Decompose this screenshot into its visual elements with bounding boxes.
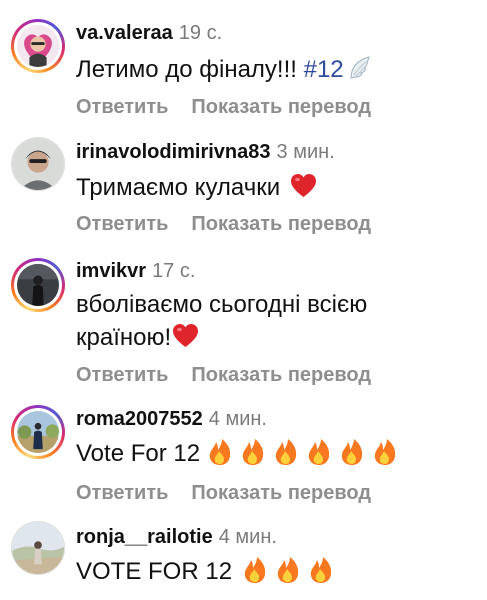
show-translation-button[interactable]: Показать перевод	[191, 482, 371, 504]
comment-body: Летимо до фіналу!!!	[76, 56, 297, 83]
show-translation-button[interactable]: Показать перевод	[191, 364, 371, 386]
username[interactable]: roma2007552	[76, 408, 203, 430]
comment-text-line: країною!	[76, 324, 172, 351]
comment-header: irinavolodimirivna83 3 мин.	[76, 140, 335, 164]
comment-actions: Ответить Показать перевод	[76, 481, 371, 505]
reply-button[interactable]: Ответить	[76, 96, 168, 118]
timestamp: 19 с.	[178, 22, 223, 44]
comment-text: Vote For 12	[76, 438, 398, 470]
avatar[interactable]	[11, 405, 65, 459]
reply-button[interactable]: Ответить	[76, 364, 168, 386]
comment-text: VOTE FOR 12	[76, 556, 334, 588]
wing-icon	[347, 54, 373, 82]
avatar-photo-icon	[12, 138, 64, 190]
fire-icon	[242, 556, 268, 584]
avatar-photo-icon	[12, 522, 64, 574]
comment-actions: Ответить Показать перевод	[76, 363, 371, 387]
avatar[interactable]	[11, 258, 65, 312]
timestamp: 4 мин.	[218, 526, 277, 548]
fire-icon	[372, 438, 398, 466]
comment-actions: Ответить Показать перевод	[76, 212, 371, 236]
hashtag-link[interactable]: #12	[304, 56, 344, 83]
timestamp: 3 мин.	[276, 141, 335, 163]
comment-text: Летимо до фіналу!!! #12	[76, 54, 373, 86]
fire-icon	[240, 438, 266, 466]
avatar[interactable]	[11, 19, 65, 73]
comment-body: VOTE FOR 12	[76, 558, 233, 585]
avatar-photo-icon	[17, 264, 59, 306]
comment-header: imvikvr 17 с.	[76, 259, 195, 283]
show-translation-button[interactable]: Показать перевод	[191, 96, 371, 118]
fire-icon	[339, 438, 365, 466]
fire-icon	[207, 438, 233, 466]
username[interactable]: imvikvr	[76, 260, 146, 282]
comment-body: Vote For 12	[76, 440, 201, 467]
comment-body: Тримаємо кулачки	[76, 174, 281, 201]
fire-icon	[306, 438, 332, 466]
comment-text: країною!	[76, 322, 199, 354]
red-heart-icon	[290, 173, 317, 199]
red-heart-icon	[172, 323, 199, 349]
avatar-photo-icon	[17, 411, 59, 453]
show-translation-button[interactable]: Показать перевод	[191, 213, 371, 235]
username[interactable]: irinavolodimirivna83	[76, 141, 271, 163]
comment-header: va.valeraa 19 с.	[76, 21, 222, 45]
timestamp: 4 мин.	[208, 408, 267, 430]
avatar-photo-icon	[17, 25, 59, 67]
avatar[interactable]	[11, 137, 65, 191]
fire-icon	[273, 438, 299, 466]
reply-button[interactable]: Ответить	[76, 482, 168, 504]
timestamp: 17 с.	[152, 260, 196, 282]
avatar[interactable]	[11, 521, 65, 575]
fire-icon	[308, 556, 334, 584]
comment-text: Тримаємо кулачки	[76, 172, 317, 204]
comment-header: ronja__railotie 4 мин.	[76, 525, 277, 549]
username[interactable]: ronja__railotie	[76, 526, 213, 548]
fire-icon	[275, 556, 301, 584]
comment-actions: Ответить Показать перевод	[76, 95, 371, 119]
comment-text-line: вболіваємо сьогодні всією	[76, 291, 368, 318]
reply-button[interactable]: Ответить	[76, 213, 168, 235]
comment-header: roma2007552 4 мин.	[76, 407, 267, 431]
username[interactable]: va.valeraa	[76, 22, 173, 44]
